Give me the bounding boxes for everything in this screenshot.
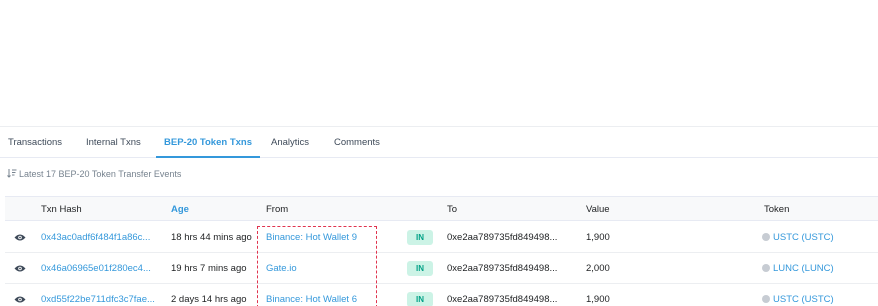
txn-hash-link[interactable]: 0xd55f22be711dfc3c7fae... [41,284,159,306]
token-icon [762,295,770,303]
tab-analytics[interactable]: Analytics [271,127,309,158]
column-txn-hash: Txn Hash [41,204,82,215]
token-name: LUNC (LUNC) [773,263,834,274]
direction-badge: IN [407,230,433,245]
from-address-link[interactable]: Binance: Hot Wallet 6 [266,284,376,306]
direction-badge: IN [407,261,433,276]
table-row: 0x46a06965e01f280ec4... 19 hrs 7 mins ag… [5,253,878,284]
column-age[interactable]: Age [171,197,189,222]
summary-text: Latest 17 BEP-20 Token Transfer Events [19,169,182,179]
txn-age: 2 days 14 hrs ago [171,294,247,305]
token-icon [762,264,770,272]
from-address-link[interactable]: Gate.io [266,253,376,284]
token-name: USTC (USTC) [773,232,834,243]
table-row: 0x43ac0adf6f484f1a86c... 18 hrs 44 mins … [5,222,878,253]
table-header: Txn Hash Age From To Value Token [5,196,878,221]
column-value: Value [586,204,610,215]
to-address: 0xe2aa789735fd849498... [447,263,558,274]
token-link[interactable]: USTC (USTC) [762,222,872,253]
from-address-link[interactable]: Binance: Hot Wallet 9 [266,222,376,253]
txn-hash-link[interactable]: 0x43ac0adf6f484f1a86c... [41,222,159,253]
txn-hash-link[interactable]: 0x46a06965e01f280ec4... [41,253,159,284]
sort-icon [7,169,17,178]
transfer-value: 1,900 [586,232,610,243]
tab-transactions[interactable]: Transactions [8,127,62,158]
token-icon [762,233,770,241]
token-link[interactable]: USTC (USTC) [762,284,872,306]
column-token: Token [764,204,790,215]
to-address: 0xe2aa789735fd849498... [447,294,558,305]
tab-comments[interactable]: Comments [334,127,380,158]
transfer-value: 2,000 [586,263,610,274]
eye-icon[interactable] [14,233,26,242]
column-from: From [266,204,289,215]
tab-bep20-token-txns[interactable]: BEP-20 Token Txns [156,127,260,158]
transfer-events-summary: Latest 17 BEP-20 Token Transfer Events [7,167,181,181]
token-name: USTC (USTC) [773,294,834,305]
table-row: 0xd55f22be711dfc3c7fae... 2 days 14 hrs … [5,284,878,306]
to-address: 0xe2aa789735fd849498... [447,232,558,243]
eye-icon[interactable] [14,295,26,304]
token-link[interactable]: LUNC (LUNC) [762,253,872,284]
txn-age: 18 hrs 44 mins ago [171,232,252,243]
tab-bar: Transactions Internal Txns BEP-20 Token … [0,127,878,158]
transfer-value: 1,900 [586,294,610,305]
tab-internal-txns[interactable]: Internal Txns [86,127,141,158]
column-to: To [447,204,458,215]
page-top-blank [0,0,878,126]
token-txns-card: Transactions Internal Txns BEP-20 Token … [0,126,878,306]
direction-badge: IN [407,292,433,306]
eye-icon[interactable] [14,264,26,273]
txn-age: 19 hrs 7 mins ago [171,263,247,274]
